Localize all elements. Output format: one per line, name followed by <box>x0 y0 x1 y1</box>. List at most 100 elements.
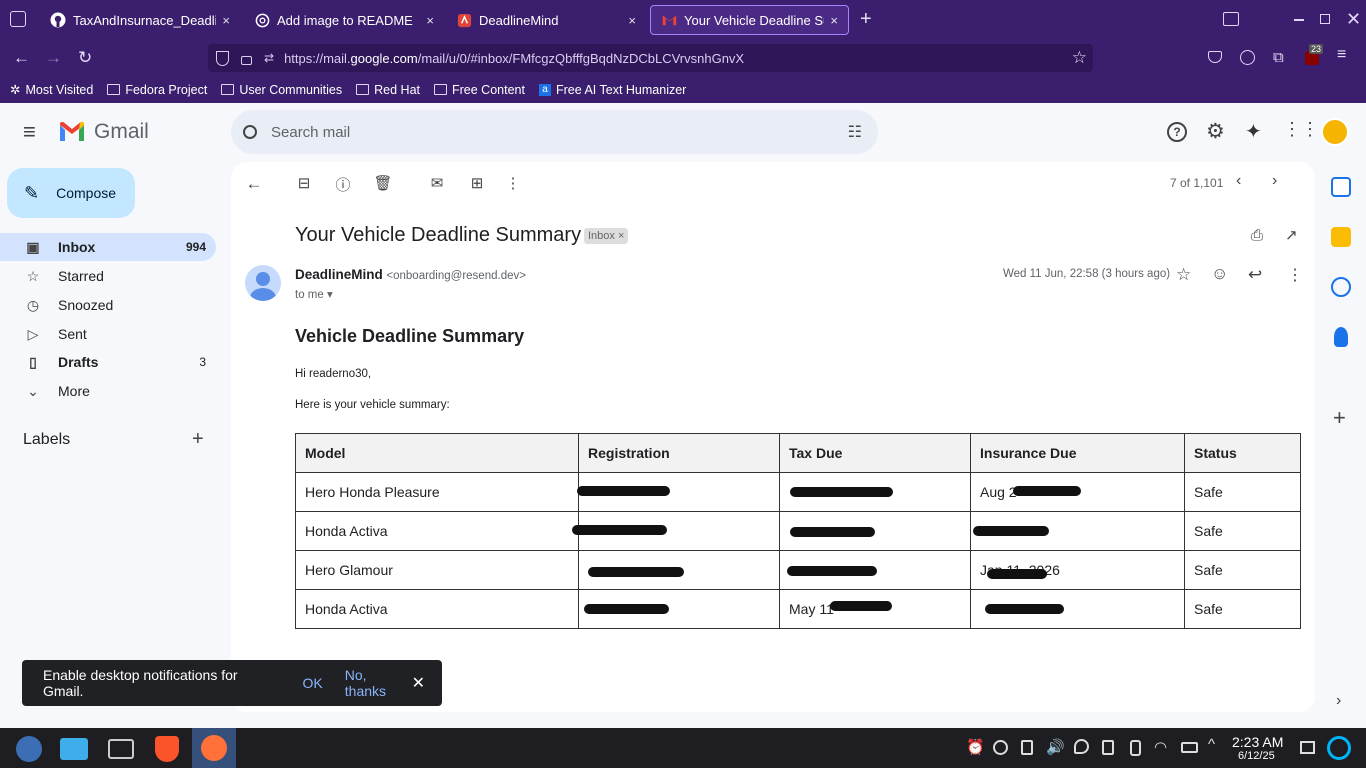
settings-app-icon[interactable] <box>108 739 134 759</box>
storage-icon[interactable] <box>1102 740 1114 755</box>
keep-icon[interactable] <box>1331 227 1351 247</box>
forward-icon[interactable]: → <box>45 48 62 68</box>
older-icon[interactable]: › <box>1272 172 1277 190</box>
restore-icon[interactable] <box>1320 14 1330 24</box>
search-bar[interactable]: Search mail ☷ <box>231 110 878 154</box>
more-actions-icon[interactable]: ⋮ <box>503 174 523 192</box>
gemini-sparkle-icon[interactable]: ✦ <box>1245 119 1262 144</box>
contacts-icon[interactable] <box>1334 327 1348 347</box>
move-to-icon[interactable]: ⊞ <box>467 174 487 192</box>
fedora-launcher-icon[interactable] <box>16 736 42 762</box>
delete-icon[interactable]: 🗑 <box>373 174 393 192</box>
back-icon[interactable]: ← <box>13 48 30 68</box>
close-tab-icon[interactable]: × <box>830 13 838 28</box>
clock-date[interactable]: 6/12/25 <box>1238 750 1275 762</box>
bookmark-most-visited[interactable]: ✲ Most Visited <box>10 82 93 98</box>
browser-tab-gmail-active[interactable]: Your Vehicle Deadline Summ × <box>650 5 849 35</box>
tasks-icon[interactable] <box>1331 277 1351 297</box>
search-input[interactable]: Search mail <box>271 124 350 141</box>
search-icon[interactable] <box>243 125 257 139</box>
gmail-logo[interactable]: Gmail <box>58 120 149 144</box>
sidebar-item-sent[interactable]: ▷ Sent <box>0 320 216 348</box>
new-tab-button[interactable]: + <box>860 8 872 31</box>
help-icon[interactable]: ? <box>1167 122 1187 142</box>
redaction-mark <box>830 601 892 611</box>
clock-time[interactable]: 2:23 AM <box>1232 734 1283 750</box>
sender-name[interactable]: DeadlineMind <box>295 267 383 282</box>
greeting-text: Hi readerno30, <box>295 368 372 380</box>
newer-icon[interactable]: ‹ <box>1236 172 1241 190</box>
snackbar-ok-button[interactable]: OK <box>303 675 323 691</box>
snackbar-dismiss-button[interactable]: No, thanks <box>345 667 412 699</box>
alarm-icon[interactable]: ⏰ <box>966 738 985 756</box>
bookmark-link[interactable]: a Free AI Text Humanizer <box>538 83 686 97</box>
clipboard-icon[interactable] <box>1021 740 1033 755</box>
show-side-panel-icon[interactable]: › <box>1336 692 1341 710</box>
shield-icon[interactable] <box>216 50 229 66</box>
main-menu-icon[interactable]: ≡ <box>23 119 36 145</box>
tray-expand-icon[interactable]: ^ <box>1208 736 1215 753</box>
brave-icon[interactable] <box>155 736 179 762</box>
bookmark-folder[interactable]: Free Content <box>434 83 525 97</box>
file-manager-icon[interactable] <box>60 738 88 760</box>
reload-icon[interactable]: ↻ <box>78 48 92 68</box>
message-more-icon[interactable]: ⋮ <box>1287 265 1303 285</box>
tab-overview-icon[interactable] <box>10 11 26 27</box>
report-spam-icon[interactable]: ⓘ <box>333 174 353 195</box>
open-new-window-icon[interactable]: ↗ <box>1285 226 1298 244</box>
settings-gear-icon[interactable]: ⚙ <box>1206 119 1225 144</box>
add-label-button[interactable]: + <box>192 428 204 451</box>
bookmark-star-icon[interactable]: ☆ <box>1072 48 1087 68</box>
close-tab-icon[interactable]: × <box>628 13 636 28</box>
sidebar-item-more[interactable]: ⌄ More <box>0 377 216 405</box>
battery-icon[interactable] <box>1181 742 1198 753</box>
emoji-react-icon[interactable]: ☺ <box>1211 264 1228 284</box>
sender-avatar[interactable] <box>245 265 281 301</box>
bookmark-folder[interactable]: Fedora Project <box>107 83 207 97</box>
close-tab-icon[interactable]: × <box>222 13 230 28</box>
account-icon[interactable] <box>1240 50 1255 65</box>
wifi-icon[interactable]: ◠ <box>1154 738 1167 756</box>
lock-icon[interactable] <box>241 56 252 65</box>
bookmark-folder[interactable]: User Communities <box>221 83 342 97</box>
archive-icon[interactable]: ⊟ <box>294 174 314 192</box>
close-window-icon[interactable]: ✕ <box>1346 9 1361 30</box>
reply-icon[interactable]: ↩ <box>1248 265 1262 285</box>
search-options-icon[interactable]: ☷ <box>848 122 862 142</box>
menu-icon[interactable]: ≡ <box>1337 46 1346 64</box>
inbox-label-chip[interactable]: Inbox × <box>584 228 629 244</box>
sidebar-item-starred[interactable]: ☆ Starred <box>0 262 216 290</box>
assistant-icon[interactable] <box>1327 736 1351 760</box>
minimize-icon[interactable] <box>1294 19 1304 21</box>
volume-icon[interactable]: 🔊 <box>1046 738 1065 756</box>
firefox-taskbar-button[interactable] <box>192 728 236 768</box>
update-icon[interactable] <box>993 740 1008 755</box>
kdeconnect-icon[interactable] <box>1130 740 1141 756</box>
apps-grid-icon[interactable]: ⋮⋮ <box>1283 119 1319 140</box>
mark-unread-icon[interactable]: ✉ <box>427 174 447 192</box>
star-message-icon[interactable]: ☆ <box>1176 265 1191 285</box>
avatar[interactable] <box>1321 118 1349 146</box>
close-tab-icon[interactable]: × <box>426 13 434 28</box>
get-addons-icon[interactable]: + <box>1333 405 1346 431</box>
close-snackbar-icon[interactable]: ✕ <box>412 673 425 693</box>
bookmark-folder[interactable]: Red Hat <box>356 83 420 97</box>
compose-button[interactable]: ✎ Compose <box>7 168 135 218</box>
back-to-inbox-icon[interactable]: ← <box>244 174 264 194</box>
url-bar[interactable]: ⇄ https://mail.google.com/mail/u/0/#inbo… <box>208 44 1093 72</box>
show-desktop-icon[interactable] <box>1300 741 1315 754</box>
list-tabs-icon[interactable] <box>1223 12 1239 26</box>
network-share-icon[interactable] <box>1074 739 1089 754</box>
browser-tab-openai[interactable]: Add image to README × <box>244 5 444 35</box>
permissions-icon[interactable]: ⇄ <box>264 51 274 65</box>
browser-tab-github[interactable]: TaxAndInsurnace_Deadline × <box>40 5 240 35</box>
print-icon[interactable]: ⎙ <box>1251 227 1263 244</box>
remove-label-icon[interactable]: × <box>618 230 624 242</box>
sidebar-item-snoozed[interactable]: ◷ Snoozed <box>0 291 216 319</box>
extensions-icon[interactable]: ⧉ <box>1273 49 1284 66</box>
browser-tab-deadlinemind[interactable]: DeadlineMind × <box>446 5 646 35</box>
recipient-line[interactable]: to me ▾ <box>295 287 333 301</box>
sidebar-item-drafts[interactable]: ▯ Drafts 3 <box>0 348 216 376</box>
sidebar-item-inbox[interactable]: ▣ Inbox 994 <box>0 233 216 261</box>
calendar-icon[interactable] <box>1331 177 1351 197</box>
